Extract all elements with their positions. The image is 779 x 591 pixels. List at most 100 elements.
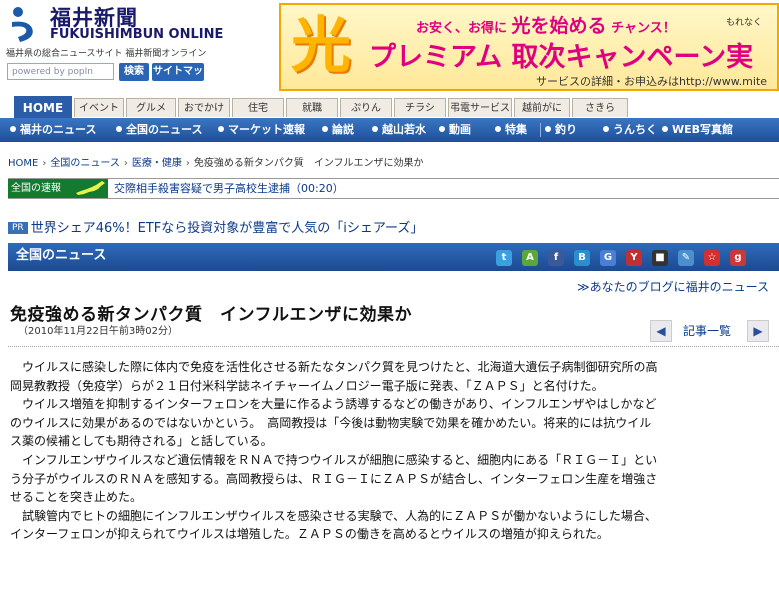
next-article-button[interactable]: ▶ [747, 320, 769, 342]
subnav-item-label: WEB写真館 [672, 123, 734, 136]
bullet-icon [322, 126, 328, 132]
subnav-item-label: 釣り [555, 123, 577, 136]
bullet-icon [495, 126, 501, 132]
article-list-link[interactable]: 記事一覧 [683, 322, 731, 339]
subnav-item-label: 越山若水 [382, 123, 426, 136]
previous-article-button[interactable]: ◀ [650, 320, 672, 342]
subnav-item-9[interactable]: WEB写真館 [662, 118, 733, 142]
bullet-icon [439, 126, 445, 132]
livedoor-clip-icon[interactable]: ☆ [704, 250, 720, 266]
twitter-icon[interactable]: t [496, 250, 512, 266]
tab-6[interactable]: ぷりん [340, 98, 392, 117]
bullet-icon [662, 126, 668, 132]
subnav-item-0[interactable]: 福井のニュース [10, 118, 96, 142]
subnav-item-6[interactable]: 特集 [495, 118, 527, 142]
pr-text[interactable]: 世界シェア46%！ETFなら投資対象が豊富で人気の「iシェアーズ」 [31, 221, 424, 236]
breaking-news-bar: 全国の速報 交際相手殺害容疑で男子高校生逮捕（00:20） [8, 178, 779, 199]
subnav-item-7[interactable]: 釣り [545, 118, 577, 142]
subnav-item-label: 動画 [449, 123, 471, 136]
tab-4[interactable]: 住宅 [232, 98, 284, 117]
banner-headline-end: もれなく [726, 18, 763, 28]
subnav-item-label: うんちく [613, 123, 657, 136]
article-line: せることを突き止めた。 [10, 490, 143, 505]
subnav-item-5[interactable]: 動画 [439, 118, 471, 142]
banner-headline-c: チャンス！ [611, 21, 676, 36]
article-line: インフルエンザウイルスなど遺伝情報をＲＮＡで持つウイルスが細胞に感染すると、細胞… [10, 452, 658, 467]
section-title: 全国のニュース [16, 248, 107, 263]
banner-campaign: プレミアム 取次キャンペーン実 [369, 42, 754, 73]
tab-2[interactable]: グルメ [126, 98, 176, 117]
yahoo-bookmark-icon[interactable]: Y [626, 250, 642, 266]
bullet-icon [545, 126, 551, 132]
breaking-news-link[interactable]: 交際相手殺害容疑で男子高校生逮捕（00:20） [114, 179, 344, 198]
bullet-icon [116, 126, 122, 132]
blog-link[interactable]: ≫あなたのブログに福井のニュース [577, 278, 769, 295]
divider [8, 346, 779, 347]
section-header: 全国のニュース t Af B G Y ■ ✎ ☆ g [8, 243, 779, 271]
breadcrumb-current: 免疫強める新タンパク質 インフルエンザに効果か [193, 158, 424, 169]
article-line: のウイルスに効果があるのではないかという。 高岡教授は「今後は動物実験で効果を確… [10, 415, 652, 430]
tab-10[interactable]: さきら [572, 98, 628, 117]
subnav-item-4[interactable]: 越山若水 [372, 118, 426, 142]
delicious-icon[interactable]: ■ [652, 250, 668, 266]
subnav-item-label: マーケット速報 [228, 123, 305, 136]
article-line: 試験管内でヒトの細胞にインフルエンザウイルスを感染させる実験で、人為的にＺＡＰＳ… [10, 508, 657, 523]
subnav-item-8[interactable]: うんちく [603, 118, 657, 142]
clip-icon[interactable]: ✎ [678, 250, 694, 266]
breadcrumb-medical-health[interactable]: 医療・健康 [132, 158, 182, 169]
bullet-icon [218, 126, 224, 132]
tab-0[interactable]: HOME [14, 96, 72, 118]
article-line: ウイルスに感染した際に体内で免疫を活性化させる新たなタンパク質を見つけたと、北海… [10, 360, 658, 374]
goo-icon[interactable]: g [730, 250, 746, 266]
subnav-item-3[interactable]: 論説 [322, 118, 354, 142]
banner-headline-a: お安く、お得に [416, 21, 508, 36]
banner-ad[interactable]: 光 お安く、お得に 光を始める チャンス！ もれなく プレミアム 取次キャンペー… [279, 3, 779, 91]
subnav-separator [540, 123, 541, 137]
search-input[interactable]: powered by popIn [7, 63, 114, 80]
tab-8[interactable]: 弔電サービス [448, 98, 512, 117]
subnav-item-2[interactable]: マーケット速報 [218, 118, 305, 142]
site-logo-en[interactable]: FUKUISHIMBUN ONLINE [50, 27, 223, 42]
tab-1[interactable]: イベント [74, 98, 124, 117]
pr-link[interactable]: PR 世界シェア46%！ETFなら投資対象が豊富で人気の「iシェアーズ」 [8, 217, 423, 236]
article-line: ス薬の候補としても期待される」と話している。 [10, 434, 273, 449]
banner-headline: お安く、お得に 光を始める チャンス！ [416, 11, 676, 38]
tab-7[interactable]: チラシ [394, 98, 446, 117]
fukui-shimbun-logo-icon[interactable] [8, 4, 42, 44]
sitemap-button[interactable]: サイトマップ [152, 63, 204, 95]
pr-badge: PR [8, 222, 28, 234]
subnav-item-1[interactable]: 全国のニュース [116, 118, 202, 142]
article-dateline: （2010年11月22日午前3時02分） [18, 326, 178, 337]
google-icon[interactable]: G [600, 250, 616, 266]
subnav-item-label: 福井のニュース [20, 123, 97, 136]
site-tagline: 福井県の総合ニュースサイト 福井新聞オンライン [6, 49, 207, 59]
subnav-item-label: 特集 [505, 123, 527, 136]
breadcrumb-separator: › [185, 158, 190, 169]
article-line: インターフェロンが抑えられてウイルスは増殖した。ＺＡＰＳの働きを高めるとウイルス… [10, 527, 609, 542]
mixi-check-icon[interactable]: A [522, 250, 538, 266]
tab-3[interactable]: おでかけ [178, 98, 230, 117]
breadcrumb-separator: › [123, 158, 128, 169]
bullet-icon [372, 126, 378, 132]
article-line: 岡晃教教授（免疫学）らが２１日付米科学誌ネイチャーイムノロジー電子版に発表、「Ｚ… [10, 378, 604, 393]
breadcrumb: HOME › 全国のニュース › 医療・健康 › 免疫強める新タンパク質 インフルエンザに効… [8, 154, 424, 169]
article-line: う分子がウイルスのＲＮＡを感知する。高岡教授らは、ＲＩＧ－ＩにＺＡＰＳが結合し、… [10, 471, 658, 486]
breadcrumb-separator: › [42, 158, 47, 169]
article-line: ウイルス増殖を抑制するインターフェロンを大量に作るよう誘導するなどの働きがあり、… [10, 397, 657, 412]
site-header: 福井新聞 FUKUISHIMBUN ONLINE 福井県の総合ニュースサイト 福… [0, 0, 779, 96]
facebook-icon[interactable]: f [548, 250, 564, 266]
article-body: ウイルスに感染した際に体内で免疫を活性化させる新たなタンパク質を見つけたと、北海… [10, 358, 779, 544]
bullet-icon [603, 126, 609, 132]
tab-9[interactable]: 越前がに [514, 98, 570, 117]
breadcrumb-national-news[interactable]: 全国のニュース [50, 158, 120, 169]
sub-navigation: 福井のニュース 全国のニュース マーケット速報 論説 越山若水 動画 特集 釣り うんちく WEB… [0, 118, 779, 142]
banner-details: サービスの詳細・お申込みはhttp://www.mite [536, 75, 768, 88]
tab-5[interactable]: 就職 [286, 98, 338, 117]
subnav-item-label: 全国のニュース [126, 123, 203, 136]
bullet-icon [10, 126, 16, 132]
subnav-item-label: 論説 [332, 123, 354, 136]
search-button[interactable]: 検索 [119, 63, 149, 81]
banner-big-char: 光 [291, 11, 351, 81]
hatena-bookmark-icon[interactable]: B [574, 250, 590, 266]
breadcrumb-home[interactable]: HOME [8, 158, 38, 169]
